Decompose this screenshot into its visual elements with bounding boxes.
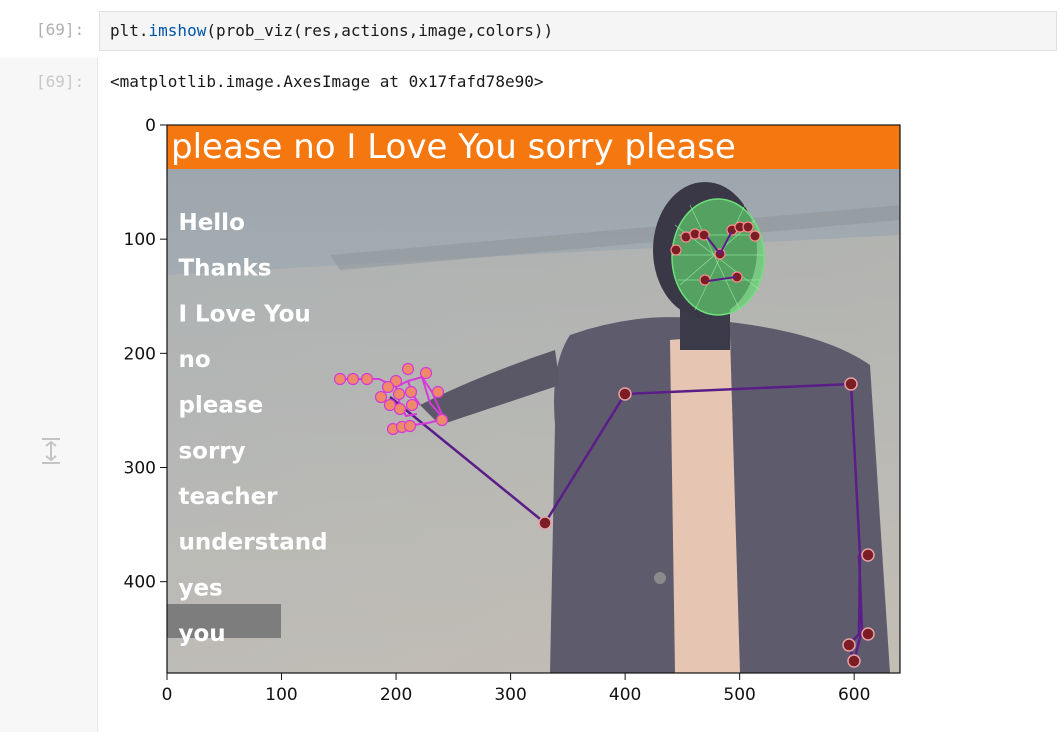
x-tick-label: 600	[838, 685, 870, 705]
action-label-teacher: teacher	[178, 484, 278, 510]
x-tick-label: 300	[494, 685, 526, 705]
action-label-thanks: Thanks	[178, 256, 271, 282]
action-label-i-love-you: I Love You	[178, 301, 310, 327]
x-tick-label: 500	[723, 685, 755, 705]
code-arguments: (prob_viz(res,actions,image,colors))	[206, 21, 554, 40]
output-repr-text: <matplotlib.image.AxesImage at 0x17fafd7…	[110, 72, 544, 91]
action-label-hello: Hello	[178, 210, 244, 236]
action-label-please: please	[178, 393, 263, 419]
y-tick-label: 100	[124, 230, 156, 250]
y-tick-label: 200	[124, 344, 156, 364]
action-label-you: you	[178, 621, 225, 647]
matplotlib-figure: please no I Love You sorry please Hello T…	[124, 116, 901, 705]
input-prompt: [69]:	[36, 20, 85, 39]
x-tick-label: 100	[265, 685, 297, 705]
code-module: plt.	[110, 21, 149, 40]
code-line: plt.imshow(prob_viz(res,actions,image,co…	[110, 21, 553, 40]
x-tick-label: 400	[609, 685, 641, 705]
webcam-image	[167, 125, 900, 673]
y-axis-ticks: 0 100 200 300 400	[124, 116, 167, 593]
x-tick-label: 200	[380, 685, 412, 705]
face-mesh	[670, 198, 765, 316]
output-prompt: [69]:	[36, 72, 85, 91]
x-axis-ticks: 0 100 200 300 400 500 600	[162, 673, 870, 705]
sentence-banner-text: please no I Love You sorry please	[171, 127, 736, 167]
code-function: imshow	[148, 21, 207, 40]
collapse-output-icon[interactable]	[40, 436, 62, 466]
action-label-no: no	[178, 347, 210, 373]
y-tick-label: 0	[145, 116, 156, 136]
action-label-sorry: sorry	[178, 438, 245, 464]
x-tick-label: 0	[162, 685, 173, 705]
y-tick-label: 400	[124, 573, 156, 593]
y-tick-label: 300	[124, 459, 156, 479]
output-gutter	[0, 58, 98, 732]
action-label-understand: understand	[178, 530, 327, 556]
action-label-yes: yes	[178, 575, 222, 601]
code-input-area[interactable]: plt.imshow(prob_viz(res,actions,image,co…	[99, 11, 1057, 51]
